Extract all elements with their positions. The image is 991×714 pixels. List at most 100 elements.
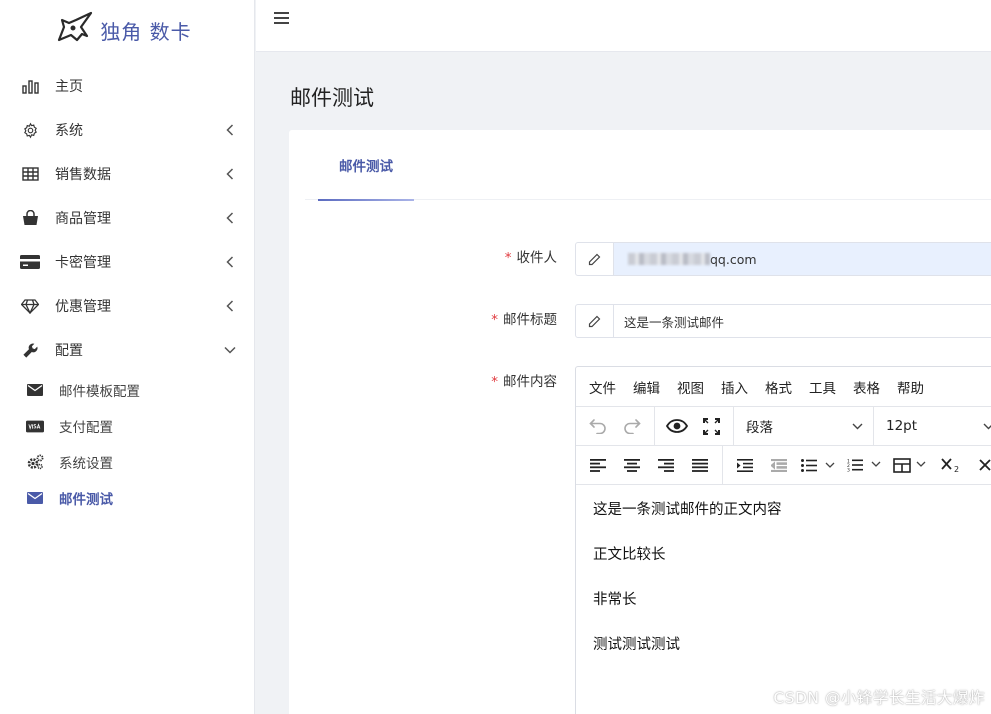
brand-name: 独角 数卡 xyxy=(100,19,192,44)
sidebar-item-home[interactable]: 主页 xyxy=(0,64,254,108)
sidebar-subitem-label: 邮件测试 xyxy=(59,492,113,508)
font-size-select[interactable]: 12pt xyxy=(874,407,991,445)
block-format-select[interactable]: 段落 xyxy=(734,407,874,445)
indent-icon[interactable] xyxy=(729,451,761,479)
subject-input[interactable] xyxy=(614,305,991,337)
editor-toolbar-row-2: 123 2 xyxy=(576,446,991,485)
sidebar-item-discounts[interactable]: 优惠管理 xyxy=(0,284,254,328)
recipient-input[interactable]: qq.com xyxy=(614,243,991,275)
page-title: 邮件测试 xyxy=(290,86,374,110)
fullscreen-icon[interactable] xyxy=(695,412,727,440)
rich-text-editor: 文件 编辑 视图 插入 格式 工具 表格 帮助 段落 12pt 1 2 3 2 … xyxy=(575,366,991,714)
undo-icon[interactable] xyxy=(582,412,614,440)
recipient-value: qq.com xyxy=(710,251,757,267)
gear-icon xyxy=(20,120,40,140)
recipient-label-text: 收件人 xyxy=(516,250,558,266)
history-group xyxy=(576,407,655,445)
content-paragraph: 非常长 xyxy=(593,592,637,608)
subscript-icon[interactable]: 2 xyxy=(935,451,967,479)
font-size-value: 12pt xyxy=(886,418,918,434)
chevron-left-icon xyxy=(224,256,236,268)
content-paragraph: 正文比较长 xyxy=(593,547,666,563)
menu-format[interactable]: 格式 xyxy=(765,377,792,397)
preview-eye-icon[interactable] xyxy=(661,412,693,440)
chevron-left-icon xyxy=(224,212,236,224)
chevron-left-icon xyxy=(224,168,236,180)
pencil-icon xyxy=(576,305,614,337)
chevron-down-icon xyxy=(852,418,863,434)
editor-content[interactable]: 这是一条测试邮件的正文内容 正文比较长 非常长 测试测试测试 xyxy=(576,485,991,697)
hamburger-icon[interactable] xyxy=(274,10,292,28)
menu-edit[interactable]: 编辑 xyxy=(633,377,660,397)
top-bar xyxy=(256,0,991,52)
sidebar-item-system[interactable]: 系统 xyxy=(0,108,254,152)
bar-chart-icon xyxy=(20,76,40,96)
sidebar-subitem-system-settings[interactable]: 系统设置 xyxy=(0,444,254,480)
sidebar-item-products[interactable]: 商品管理 xyxy=(0,196,254,240)
menu-tools[interactable]: 工具 xyxy=(809,377,836,397)
subject-field xyxy=(575,304,991,338)
sidebar-subitem-email-template[interactable]: 邮件模板配置 xyxy=(0,372,254,408)
chevron-left-icon xyxy=(224,300,236,312)
content-paragraph: 测试测试测试 xyxy=(593,637,680,653)
recipient-field: qq.com xyxy=(575,242,991,276)
redacted-email xyxy=(628,253,710,265)
redo-icon[interactable] xyxy=(616,412,648,440)
sidebar-subitem-label: 邮件模板配置 xyxy=(59,384,140,400)
sidebar-item-label: 主页 xyxy=(55,79,83,95)
body-label-text: 邮件内容 xyxy=(503,374,557,390)
subject-label: * 邮件标题 xyxy=(289,308,557,328)
sidebar-item-label: 系统 xyxy=(55,123,83,139)
menu-view[interactable]: 视图 xyxy=(677,377,704,397)
bullet-list-icon[interactable] xyxy=(797,451,841,479)
tab-bar: 邮件测试 xyxy=(305,130,991,201)
sidebar-subitem-label: 支付配置 xyxy=(59,420,113,436)
sidebar-item-label: 商品管理 xyxy=(55,211,111,227)
shopping-bag-icon xyxy=(20,208,40,228)
required-mark: * xyxy=(504,250,512,266)
sidebar-item-sales[interactable]: 销售数据 xyxy=(0,152,254,196)
tab-email-test[interactable]: 邮件测试 xyxy=(318,130,414,201)
menu-file[interactable]: 文件 xyxy=(589,377,616,397)
menu-table[interactable]: 表格 xyxy=(853,377,880,397)
sidebar-subitem-label: 系统设置 xyxy=(59,456,113,472)
clear-format-icon[interactable] xyxy=(969,451,991,479)
svg-text:2: 2 xyxy=(954,465,959,473)
envelope-icon xyxy=(26,381,44,399)
sidebar-nav: 主页 系统 销售数据 商品管理 卡密管理 优惠管理 配置 邮件模板配置 支付配置… xyxy=(0,64,254,516)
cogs-icon xyxy=(26,453,44,471)
credit-card-icon xyxy=(20,252,40,272)
body-label: * 邮件内容 xyxy=(289,370,557,390)
sidebar: 独角 数卡 主页 系统 销售数据 商品管理 卡密管理 优惠管理 配置 邮件模板配… xyxy=(0,0,255,714)
editor-menubar: 文件 编辑 视图 插入 格式 工具 表格 帮助 xyxy=(576,367,991,407)
menu-insert[interactable]: 插入 xyxy=(721,377,748,397)
align-group xyxy=(576,446,723,484)
sidebar-subitem-email-test[interactable]: 邮件测试 xyxy=(0,480,254,516)
outdent-icon[interactable] xyxy=(763,451,795,479)
pencil-icon xyxy=(576,243,614,275)
svg-text:3: 3 xyxy=(847,468,850,473)
watermark: CSDN @小锋学长生活大爆炸 xyxy=(773,689,985,707)
table-insert-icon[interactable] xyxy=(889,451,933,479)
sidebar-item-label: 配置 xyxy=(55,343,83,359)
sidebar-item-config[interactable]: 配置 xyxy=(0,328,254,372)
align-right-icon[interactable] xyxy=(650,451,682,479)
align-left-icon[interactable] xyxy=(582,451,614,479)
subject-label-text: 邮件标题 xyxy=(503,312,557,328)
editor-toolbar-row-1: 段落 12pt xyxy=(576,407,991,446)
table-icon xyxy=(20,164,40,184)
numbered-list-icon[interactable]: 123 xyxy=(843,451,887,479)
menu-help[interactable]: 帮助 xyxy=(897,377,924,397)
align-center-icon[interactable] xyxy=(616,451,648,479)
align-justify-icon[interactable] xyxy=(684,451,716,479)
sidebar-subitem-payment[interactable]: 支付配置 xyxy=(0,408,254,444)
chevron-down-icon xyxy=(983,418,991,434)
form-card: 邮件测试 *收件人 qq.com *邮件标题 *邮件内容 文件 编辑 视图 插入… xyxy=(289,130,991,714)
brand[interactable]: 独角 数卡 xyxy=(0,0,254,60)
required-mark: * xyxy=(491,374,498,390)
sidebar-item-label: 优惠管理 xyxy=(55,299,111,315)
chevron-left-icon xyxy=(224,124,236,136)
sidebar-item-cards[interactable]: 卡密管理 xyxy=(0,240,254,284)
recipient-label: * 收件人 xyxy=(289,246,557,266)
envelope-icon xyxy=(26,489,44,507)
